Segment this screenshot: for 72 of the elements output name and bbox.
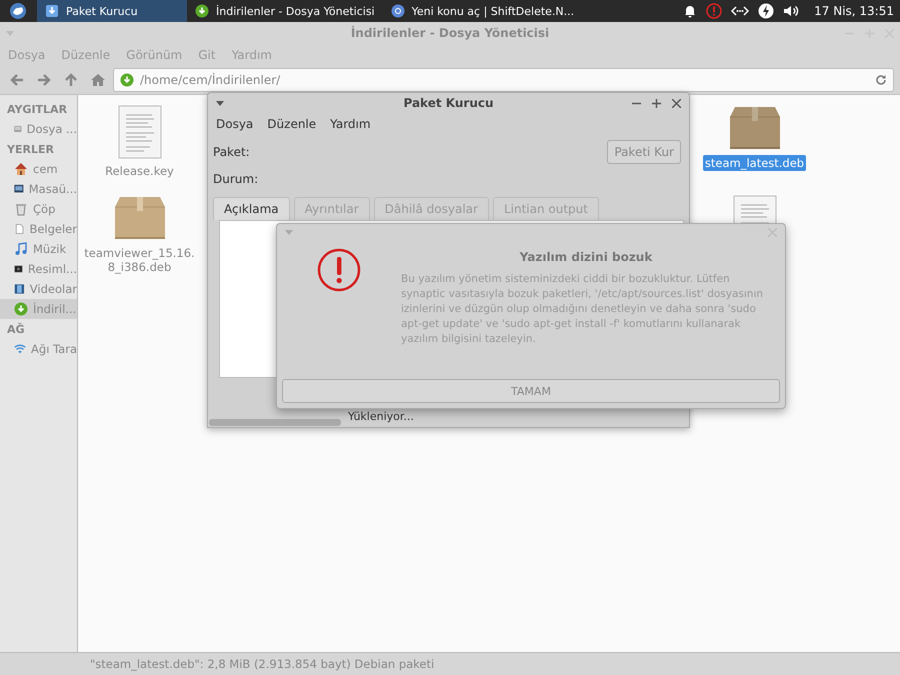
menu-item[interactable]: Yardım — [330, 117, 371, 131]
film-icon — [14, 282, 25, 296]
sidebar-item[interactable]: cem — [0, 159, 77, 179]
section-heading: AYGITLAR — [6, 102, 68, 118]
menu-item[interactable]: Görünüm — [126, 48, 182, 62]
up-icon[interactable] — [63, 72, 79, 88]
bell-icon[interactable] — [683, 4, 698, 18]
file-name[interactable]: teamviewer_15.16.8_i386.deb — [82, 245, 198, 275]
dialog-message: Bu yazılım yönetim sisteminizdeki ciddi bir bozukluktur. Lütfen synaptic vasıtasıyla bozuk paketleri, '/etc/apt/sources.list' dosyasının izinlerini ve düzgün olup olmadığını denetleyin ve daha sonra 'sudo apt-get update' ve 'sudo apt-get install -f' komutlarını kullanarak yazılım bilgisini tazeleyin. — [401, 272, 764, 347]
package-icon[interactable] — [114, 195, 166, 241]
app-menu-icon[interactable] — [9, 2, 27, 20]
taskbar-button[interactable]: İndirilenler - Dosya Yöneticisi — [187, 0, 383, 22]
home-icon — [14, 162, 28, 176]
sidebar-item[interactable]: Çöp — [0, 199, 77, 219]
browser-icon — [390, 4, 405, 18]
warning-icon[interactable] — [706, 3, 722, 19]
taskbar-button[interactable]: Yeni konu aç | ShiftDelete.N... — [382, 0, 582, 22]
window-menu-icon[interactable] — [216, 100, 224, 106]
forward-icon[interactable] — [36, 72, 52, 88]
clock[interactable]: 17 Nis, 13:51 — [814, 4, 894, 18]
menu-item[interactable]: Dosya — [216, 117, 254, 131]
menu-item[interactable]: Düzenle — [267, 117, 316, 131]
maximize-icon[interactable] — [652, 98, 661, 108]
tab[interactable]: Açıklama — [213, 197, 290, 220]
music-note-icon — [14, 242, 28, 256]
power-icon[interactable] — [758, 3, 774, 19]
package-icon[interactable] — [728, 105, 780, 151]
section-heading: AĞ — [6, 322, 26, 338]
window-title: İndirilenler - Dosya Yöneticisi — [350, 26, 550, 40]
tab[interactable]: Dâhilâ dosyalar — [374, 197, 489, 220]
sidebar-item[interactable]: Dosya ... — [0, 119, 77, 139]
text-file-icon[interactable] — [118, 105, 162, 159]
tab[interactable]: Lintian output — [492, 197, 599, 220]
menu-item[interactable]: Yardım — [232, 48, 272, 62]
menu-item[interactable]: Git — [198, 48, 216, 62]
file-name[interactable]: Release.key — [103, 163, 176, 179]
dialog-title: Yazılım dizini bozuk — [518, 250, 654, 264]
sidebar-item[interactable]: Ağı Tara — [0, 339, 77, 359]
document-icon — [14, 222, 24, 236]
sidebar-item[interactable]: Müzik — [0, 239, 77, 259]
path-field[interactable]: /home/cem/İndirilenler/ — [113, 68, 894, 92]
window-title: Paket Kurucu — [403, 96, 494, 110]
scrollbar[interactable] — [209, 419, 341, 426]
install-button[interactable]: Paketi Kur — [607, 140, 681, 164]
tab[interactable]: Ayrıntılar — [294, 197, 370, 220]
sidebar-item[interactable]: Videolar — [0, 279, 77, 299]
trash-icon — [14, 202, 28, 216]
back-icon[interactable] — [9, 72, 25, 88]
download-box-icon — [45, 4, 59, 18]
field-label: Paket: — [213, 145, 250, 159]
error-icon — [317, 248, 361, 292]
menu-item[interactable]: Düzenle — [61, 48, 110, 62]
reload-icon[interactable] — [875, 74, 887, 86]
network-icon[interactable] — [731, 5, 750, 17]
menu-item[interactable]: Dosya — [8, 48, 46, 62]
download-icon — [195, 4, 209, 18]
home-icon[interactable] — [90, 72, 106, 88]
download-icon — [120, 73, 134, 87]
sidebar-item[interactable]: Resiml... — [0, 259, 77, 279]
ok-button[interactable]: TAMAM — [282, 379, 780, 403]
close-icon[interactable] — [672, 98, 681, 108]
progress-text: Yükleniyor... — [348, 410, 414, 423]
section-heading: YERLER — [6, 142, 55, 158]
download-icon — [14, 302, 28, 316]
wifi-icon — [14, 342, 26, 356]
status-text: "steam_latest.deb": 2,8 MiB (2.913.854 bayt) Debian paketi — [90, 657, 434, 671]
sidebar-item[interactable]: Masaü... — [0, 179, 77, 199]
taskbar-button[interactable]: Paket Kurucu — [37, 0, 187, 22]
field-label: Durum: — [213, 172, 258, 186]
file-name[interactable]: steam_latest.deb — [702, 155, 806, 171]
sidebar-item[interactable]: Belgeler — [0, 219, 77, 239]
sidebar-item[interactable]: İndiril... — [0, 299, 77, 319]
